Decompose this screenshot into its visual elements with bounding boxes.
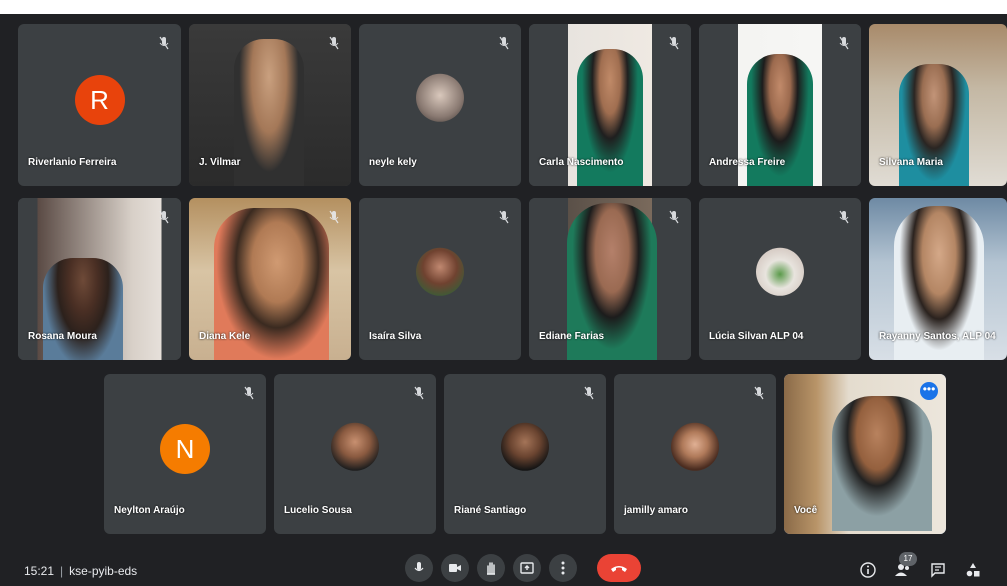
avatar: N [160, 424, 210, 474]
mic-off-icon [414, 386, 424, 400]
participant-tile[interactable]: Rosana Moura [18, 198, 181, 360]
info-icon [860, 562, 876, 578]
mic-icon [414, 562, 424, 572]
participant-name: Rayanny Santos, ALP 04 [879, 331, 996, 342]
participant-name: Riverlanio Ferreira [28, 157, 117, 168]
meet-stage: R Riverlanio Ferreira J. Vilmar neyle ke… [0, 0, 1007, 586]
participant-name: Lúcia Silvan ALP 04 [709, 331, 804, 342]
participants-button[interactable]: 17 [893, 552, 917, 580]
participant-name: Riané Santiago [454, 505, 527, 516]
present-icon [520, 562, 534, 574]
participant-tile[interactable]: Diana Kele [189, 198, 351, 360]
avatar [331, 422, 379, 471]
mic-off-icon [244, 386, 254, 400]
participant-name: J. Vilmar [199, 157, 241, 168]
mic-off-icon [329, 36, 339, 50]
participant-name: jamilly amaro [624, 505, 688, 516]
participant-tile[interactable]: R Riverlanio Ferreira [18, 24, 181, 186]
participant-tile[interactable]: neyle kely [359, 24, 521, 186]
meeting-time: 15:21 [24, 564, 55, 578]
participant-name: Isaíra Silva [369, 331, 422, 342]
participant-tile[interactable]: Silvana Maria [869, 24, 1007, 186]
mic-off-icon [499, 210, 509, 224]
participant-name: Você [794, 505, 818, 516]
activities-icon [966, 563, 980, 577]
hang-up-icon [611, 566, 627, 572]
mic-off-icon [329, 210, 339, 224]
bottom-toolbar: 15:21 | kse-pyib-eds 17 [0, 548, 1007, 586]
participant-tile[interactable]: Andressa Freire [699, 24, 861, 186]
participant-name: neyle kely [369, 157, 417, 168]
microphone-button[interactable] [405, 554, 433, 582]
meeting-code: kse-pyib-eds [69, 564, 138, 578]
mic-off-icon [669, 210, 679, 224]
participant-name: Andressa Freire [709, 157, 786, 168]
avatar [416, 247, 464, 296]
participant-tile[interactable]: Riané Santiago [444, 374, 606, 534]
mic-off-icon [159, 210, 169, 224]
camera-button[interactable] [441, 554, 469, 582]
participant-name: Rosana Moura [28, 331, 97, 342]
mic-off-icon [159, 36, 169, 50]
meeting-details-button[interactable] [858, 560, 878, 580]
avatar: R [74, 75, 125, 125]
participant-tile[interactable]: Lucelio Sousa [274, 374, 436, 534]
camera-icon [449, 564, 461, 572]
participant-name: Carla Nascimento [539, 157, 624, 168]
meeting-info: 15:21 | kse-pyib-eds [24, 564, 137, 578]
participant-name: Diana Kele [199, 331, 251, 342]
avatar [671, 422, 719, 471]
meeting-separator: | [60, 564, 64, 578]
participant-tile[interactable]: Isaíra Silva [359, 198, 521, 360]
mic-off-icon [584, 386, 594, 400]
participant-name: Ediane Farias [539, 331, 605, 342]
mic-off-icon [499, 36, 509, 50]
participant-tile[interactable]: Lúcia Silvan ALP 04 [699, 198, 861, 360]
more-options-button[interactable] [549, 554, 577, 582]
window-top-edge [0, 0, 1007, 14]
leave-call-button[interactable] [597, 554, 641, 582]
mic-off-icon [839, 36, 849, 50]
raise-hand-button[interactable] [477, 554, 505, 582]
activities-button[interactable] [963, 560, 983, 580]
participant-tile[interactable]: Rayanny Santos, ALP 04 [869, 198, 1007, 360]
participant-name: Neylton Araújo [114, 505, 185, 516]
present-button[interactable] [513, 554, 541, 582]
participant-tile[interactable]: Ediane Farias [529, 198, 691, 360]
avatar [416, 73, 464, 122]
chat-icon [931, 563, 945, 578]
chat-button[interactable] [928, 560, 948, 580]
participant-tile[interactable]: jamilly amaro [614, 374, 776, 534]
mic-off-icon [754, 386, 764, 400]
hand-icon [487, 562, 495, 575]
participant-tile[interactable]: J. Vilmar [189, 24, 351, 186]
participants-count-badge: 17 [899, 552, 917, 566]
self-tile[interactable]: ••• Você [784, 374, 946, 534]
mic-off-icon [839, 210, 849, 224]
mic-off-icon [669, 36, 679, 50]
avatar [756, 247, 804, 296]
participant-name: Silvana Maria [879, 157, 943, 168]
avatar [501, 422, 549, 471]
participant-name: Lucelio Sousa [284, 505, 352, 516]
participant-tile[interactable]: N Neylton Araújo [104, 374, 266, 534]
participant-tile[interactable]: Carla Nascimento [529, 24, 691, 186]
more-options-icon[interactable]: ••• [920, 382, 938, 400]
more-vert-icon [561, 561, 565, 575]
